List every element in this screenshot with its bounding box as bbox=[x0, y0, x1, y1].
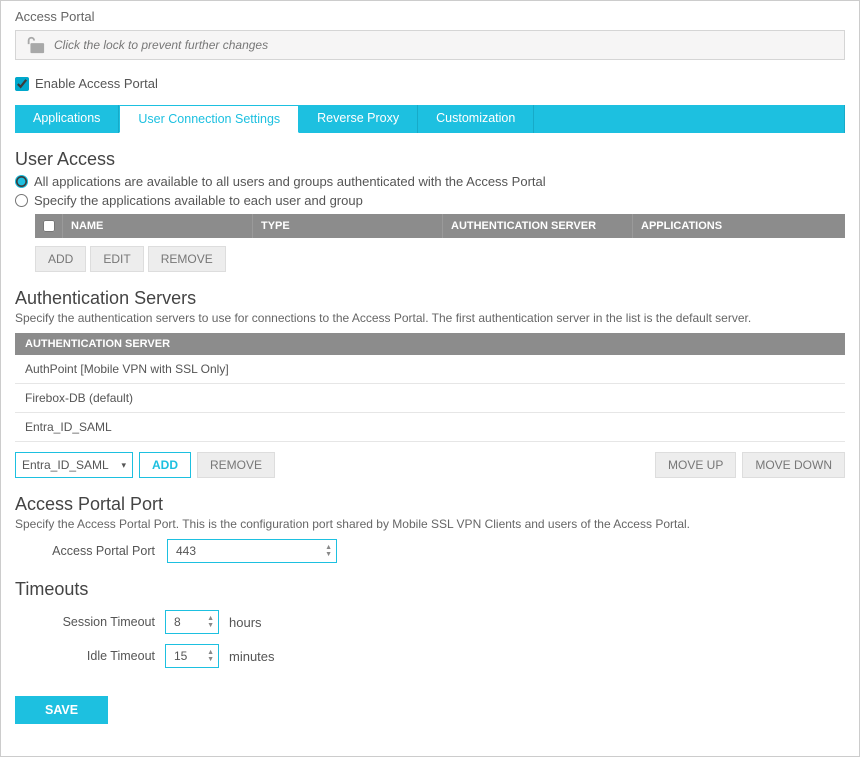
move-down-button[interactable]: MOVE DOWN bbox=[742, 452, 845, 478]
col-applications: APPLICATIONS bbox=[633, 214, 845, 238]
page-title: Access Portal bbox=[15, 9, 845, 24]
session-timeout-input[interactable]: 8 ▲▼ bbox=[165, 610, 219, 634]
enable-checkbox-label: Enable Access Portal bbox=[35, 76, 158, 91]
auth-servers-heading: Authentication Servers bbox=[15, 288, 845, 309]
idle-timeout-unit: minutes bbox=[229, 649, 275, 664]
auth-server-table: AUTHENTICATION SERVER AuthPoint [Mobile … bbox=[15, 333, 845, 442]
col-name: NAME bbox=[63, 214, 253, 238]
auth-server-row[interactable]: Firebox-DB (default) bbox=[15, 384, 845, 413]
tab-customization[interactable]: Customization bbox=[418, 105, 534, 133]
auth-server-row[interactable]: AuthPoint [Mobile VPN with SSL Only] bbox=[15, 355, 845, 384]
session-timeout-label: Session Timeout bbox=[15, 615, 155, 629]
remove-user-button[interactable]: REMOVE bbox=[148, 246, 226, 272]
auth-server-select[interactable]: Entra_ID_SAML ▾ bbox=[15, 452, 133, 478]
tab-user-connection-settings[interactable]: User Connection Settings bbox=[119, 105, 299, 133]
enable-row: Enable Access Portal bbox=[15, 76, 845, 91]
portal-port-desc: Specify the Access Portal Port. This is … bbox=[15, 517, 845, 531]
move-up-button[interactable]: MOVE UP bbox=[655, 452, 736, 478]
add-user-button[interactable]: ADD bbox=[35, 246, 86, 272]
auth-col-header: AUTHENTICATION SERVER bbox=[15, 333, 845, 355]
radio-all-apps[interactable] bbox=[15, 175, 28, 188]
auth-server-row[interactable]: Entra_ID_SAML bbox=[15, 413, 845, 442]
portal-port-heading: Access Portal Port bbox=[15, 494, 845, 515]
remove-auth-button[interactable]: REMOVE bbox=[197, 452, 275, 478]
chevron-down-icon: ▾ bbox=[121, 460, 126, 471]
tab-reverse-proxy[interactable]: Reverse Proxy bbox=[299, 105, 418, 133]
portal-port-input[interactable]: 443 ▲▼ bbox=[167, 539, 337, 563]
auth-server-select-value: Entra_ID_SAML bbox=[22, 458, 109, 472]
spinner-icon[interactable]: ▲▼ bbox=[325, 544, 332, 558]
idle-timeout-input[interactable]: 15 ▲▼ bbox=[165, 644, 219, 668]
spinner-icon[interactable]: ▲▼ bbox=[207, 615, 214, 629]
col-auth-server: AUTHENTICATION SERVER bbox=[443, 214, 633, 238]
tab-bar: Applications User Connection Settings Re… bbox=[15, 105, 845, 133]
lock-message: Click the lock to prevent further change… bbox=[54, 38, 268, 52]
session-timeout-unit: hours bbox=[229, 615, 262, 630]
col-type: TYPE bbox=[253, 214, 443, 238]
lock-open-icon bbox=[24, 35, 46, 55]
portal-port-value: 443 bbox=[176, 544, 196, 558]
portal-port-label: Access Portal Port bbox=[15, 544, 155, 558]
add-auth-button[interactable]: ADD bbox=[139, 452, 191, 478]
lock-bar[interactable]: Click the lock to prevent further change… bbox=[15, 30, 845, 60]
radio-specify-apps[interactable] bbox=[15, 194, 28, 207]
save-button[interactable]: SAVE bbox=[15, 696, 108, 724]
tab-filler bbox=[534, 105, 845, 133]
idle-timeout-label: Idle Timeout bbox=[15, 649, 155, 663]
auth-servers-desc: Specify the authentication servers to us… bbox=[15, 311, 845, 325]
select-all-checkbox[interactable] bbox=[43, 220, 55, 232]
user-access-table: NAME TYPE AUTHENTICATION SERVER APPLICAT… bbox=[35, 214, 845, 238]
tab-applications[interactable]: Applications bbox=[15, 105, 119, 133]
idle-timeout-value: 15 bbox=[174, 649, 187, 663]
radio-all-apps-label: All applications are available to all us… bbox=[34, 174, 546, 189]
enable-checkbox[interactable] bbox=[15, 77, 29, 91]
edit-user-button[interactable]: EDIT bbox=[90, 246, 143, 272]
radio-specify-apps-label: Specify the applications available to ea… bbox=[34, 193, 363, 208]
timeouts-heading: Timeouts bbox=[15, 579, 845, 600]
spinner-icon[interactable]: ▲▼ bbox=[207, 649, 214, 663]
session-timeout-value: 8 bbox=[174, 615, 181, 629]
user-access-heading: User Access bbox=[15, 149, 845, 170]
